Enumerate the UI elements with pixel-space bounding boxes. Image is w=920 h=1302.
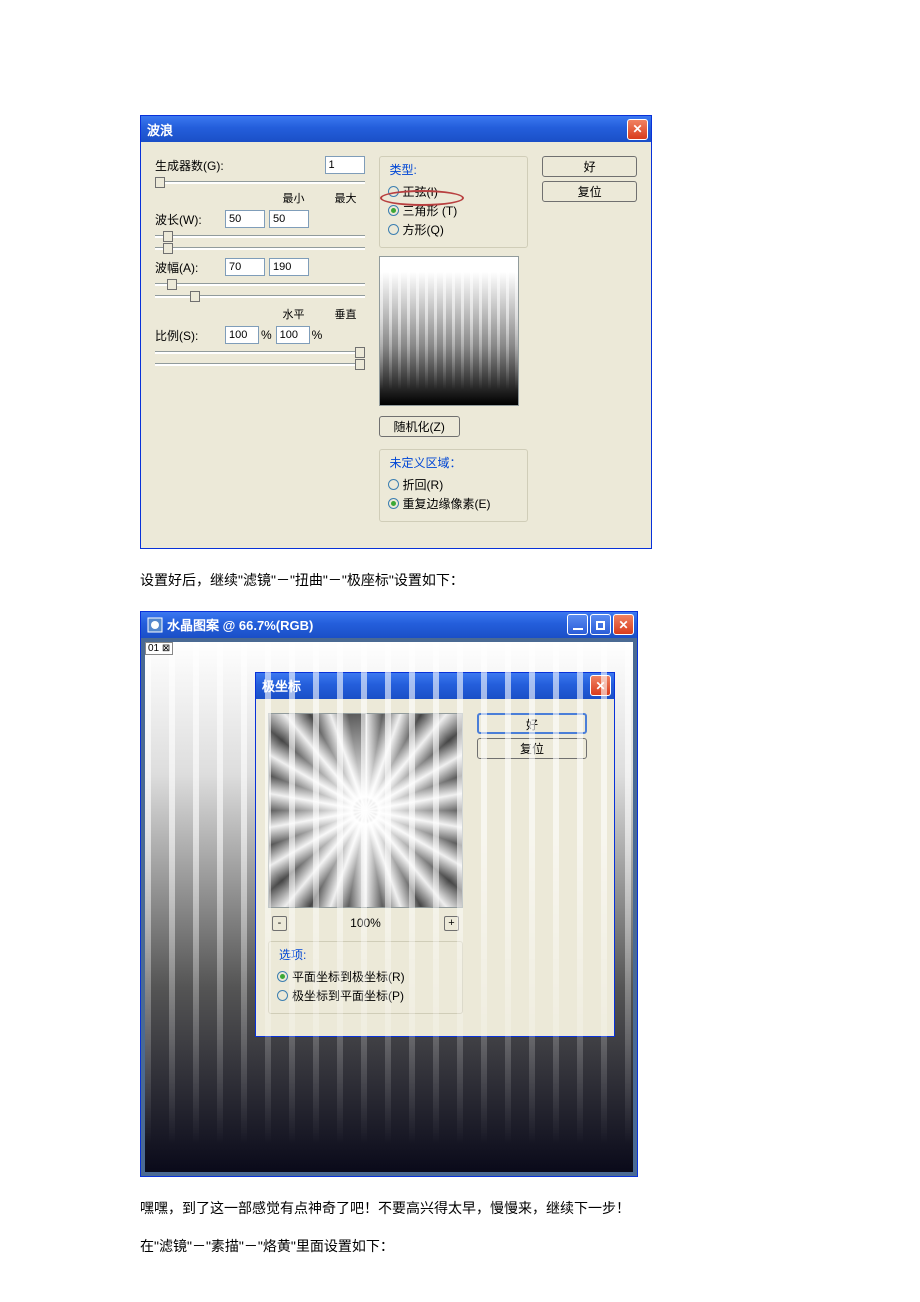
polar-title: 极坐标: [262, 676, 590, 695]
polar-preview: [268, 713, 463, 908]
wavelength-min-slider[interactable]: [155, 232, 365, 240]
undefined-area-group: 未定义区域： 折回(R) 重复边缘像素(E): [379, 449, 529, 522]
wave-title: 波浪: [147, 120, 627, 139]
undef-repeat-radio[interactable]: 重复边缘像素(E): [388, 494, 520, 513]
wave-titlebar[interactable]: 波浪 ✕: [141, 116, 651, 142]
zoom-out-button[interactable]: -: [272, 916, 287, 931]
opt-rect2polar-radio[interactable]: 平面坐标到极坐标(R): [277, 967, 454, 986]
scale-horiz-slider[interactable]: [155, 348, 365, 356]
app-icon: [147, 617, 163, 633]
vert-header: 垂直: [335, 306, 357, 322]
zoom-level: 100%: [350, 916, 381, 930]
close-icon[interactable]: ✕: [613, 614, 634, 635]
amplitude-label: 波幅(A):: [155, 259, 225, 276]
type-triangle-label: 三角形 (T): [403, 202, 458, 219]
generators-label: 生成器数(G):: [155, 157, 225, 174]
polar-options-legend: 选项:: [277, 946, 308, 963]
scale-horiz-input[interactable]: [225, 326, 259, 344]
type-square-radio[interactable]: 方形(Q): [388, 220, 520, 239]
document-titlebar[interactable]: 水晶图案 @ 66.7%(RGB) ✕: [141, 612, 637, 638]
undef-legend: 未定义区域：: [388, 454, 464, 471]
type-sine-label: 正弦(I): [403, 183, 438, 200]
canvas-area: 01 ⊠ 极坐标 ✕ - 100% + 选项:: [141, 638, 637, 1176]
ok-button[interactable]: 好: [542, 156, 637, 177]
amplitude-max-slider[interactable]: [155, 292, 365, 300]
wavelength-label: 波长(W):: [155, 211, 225, 228]
canvas-background: 01 ⊠ 极坐标 ✕ - 100% + 选项:: [145, 642, 633, 1172]
wavelength-min-input[interactable]: [225, 210, 265, 228]
wave-middle: 类型: 正弦(I) 三角形 (T) 方形(Q) 随机化(Z) 未定义区域： 折回…: [379, 156, 529, 530]
wavelength-max-input[interactable]: [269, 210, 309, 228]
wave-params: 生成器数(G): 最小 最大 波长(W): 波幅(A):: [155, 156, 365, 530]
pct-2: %: [312, 328, 323, 342]
polar-reset-button[interactable]: 复位: [477, 738, 587, 759]
amplitude-max-input[interactable]: [269, 258, 309, 276]
amplitude-min-slider[interactable]: [155, 280, 365, 288]
generators-input[interactable]: [325, 156, 365, 174]
undef-repeat-label: 重复边缘像素(E): [403, 495, 491, 512]
zoom-in-button[interactable]: +: [444, 916, 459, 931]
opt-polar2rect-radio[interactable]: 极坐标到平面坐标(P): [277, 986, 454, 1005]
opt-rect2polar-label: 平面坐标到极坐标(R): [292, 968, 405, 985]
type-square-label: 方形(Q): [403, 221, 444, 238]
wavelength-max-slider[interactable]: [155, 244, 365, 252]
maximize-icon[interactable]: [590, 614, 611, 635]
close-icon[interactable]: ✕: [590, 675, 611, 696]
wave-dialog: 波浪 ✕ 生成器数(G): 最小 最大 波长(W):: [140, 115, 652, 549]
document-title: 水晶图案 @ 66.7%(RGB): [167, 615, 567, 634]
type-legend: 类型:: [388, 161, 419, 178]
tab-indicator[interactable]: 01 ⊠: [145, 642, 173, 655]
type-group: 类型: 正弦(I) 三角形 (T) 方形(Q): [379, 156, 529, 248]
undef-wrap-radio[interactable]: 折回(R): [388, 475, 520, 494]
document-window: 水晶图案 @ 66.7%(RGB) ✕ 01 ⊠ 极坐标 ✕ -: [140, 611, 638, 1177]
pct-1: %: [261, 328, 272, 342]
polar-options-group: 选项: 平面坐标到极坐标(R) 极坐标到平面坐标(P): [268, 941, 463, 1014]
type-sine-radio[interactable]: 正弦(I): [388, 182, 520, 201]
max-header: 最大: [335, 190, 357, 206]
instruction-text-2: 嘿嘿，到了这一部感觉有点神奇了吧！不要高兴得太早，慢慢来，继续下一步！: [140, 1197, 920, 1221]
opt-polar2rect-label: 极坐标到平面坐标(P): [292, 987, 404, 1004]
type-triangle-radio[interactable]: 三角形 (T): [388, 201, 520, 220]
generators-slider[interactable]: [155, 178, 365, 186]
scale-vert-input[interactable]: [276, 326, 310, 344]
close-icon[interactable]: ✕: [627, 119, 648, 140]
randomize-button[interactable]: 随机化(Z): [379, 416, 460, 437]
polar-dialog: 极坐标 ✕ - 100% + 选项: 平面坐标到极坐标(R): [255, 672, 615, 1037]
polar-titlebar[interactable]: 极坐标 ✕: [256, 673, 614, 699]
wave-preview: [379, 256, 519, 406]
undef-wrap-label: 折回(R): [403, 476, 444, 493]
scale-vert-slider[interactable]: [155, 360, 365, 368]
min-header: 最小: [283, 190, 305, 206]
amplitude-min-input[interactable]: [225, 258, 265, 276]
horiz-header: 水平: [283, 306, 305, 322]
polar-ok-button[interactable]: 好: [477, 713, 587, 734]
reset-button[interactable]: 复位: [542, 181, 637, 202]
scale-label: 比例(S):: [155, 327, 225, 344]
instruction-text-3: 在"滤镜"－"素描"－"烙黄"里面设置如下：: [140, 1235, 920, 1259]
minimize-icon[interactable]: [567, 614, 588, 635]
instruction-text-1: 设置好后，继续"滤镜"－"扭曲"－"极座标"设置如下：: [140, 569, 920, 593]
